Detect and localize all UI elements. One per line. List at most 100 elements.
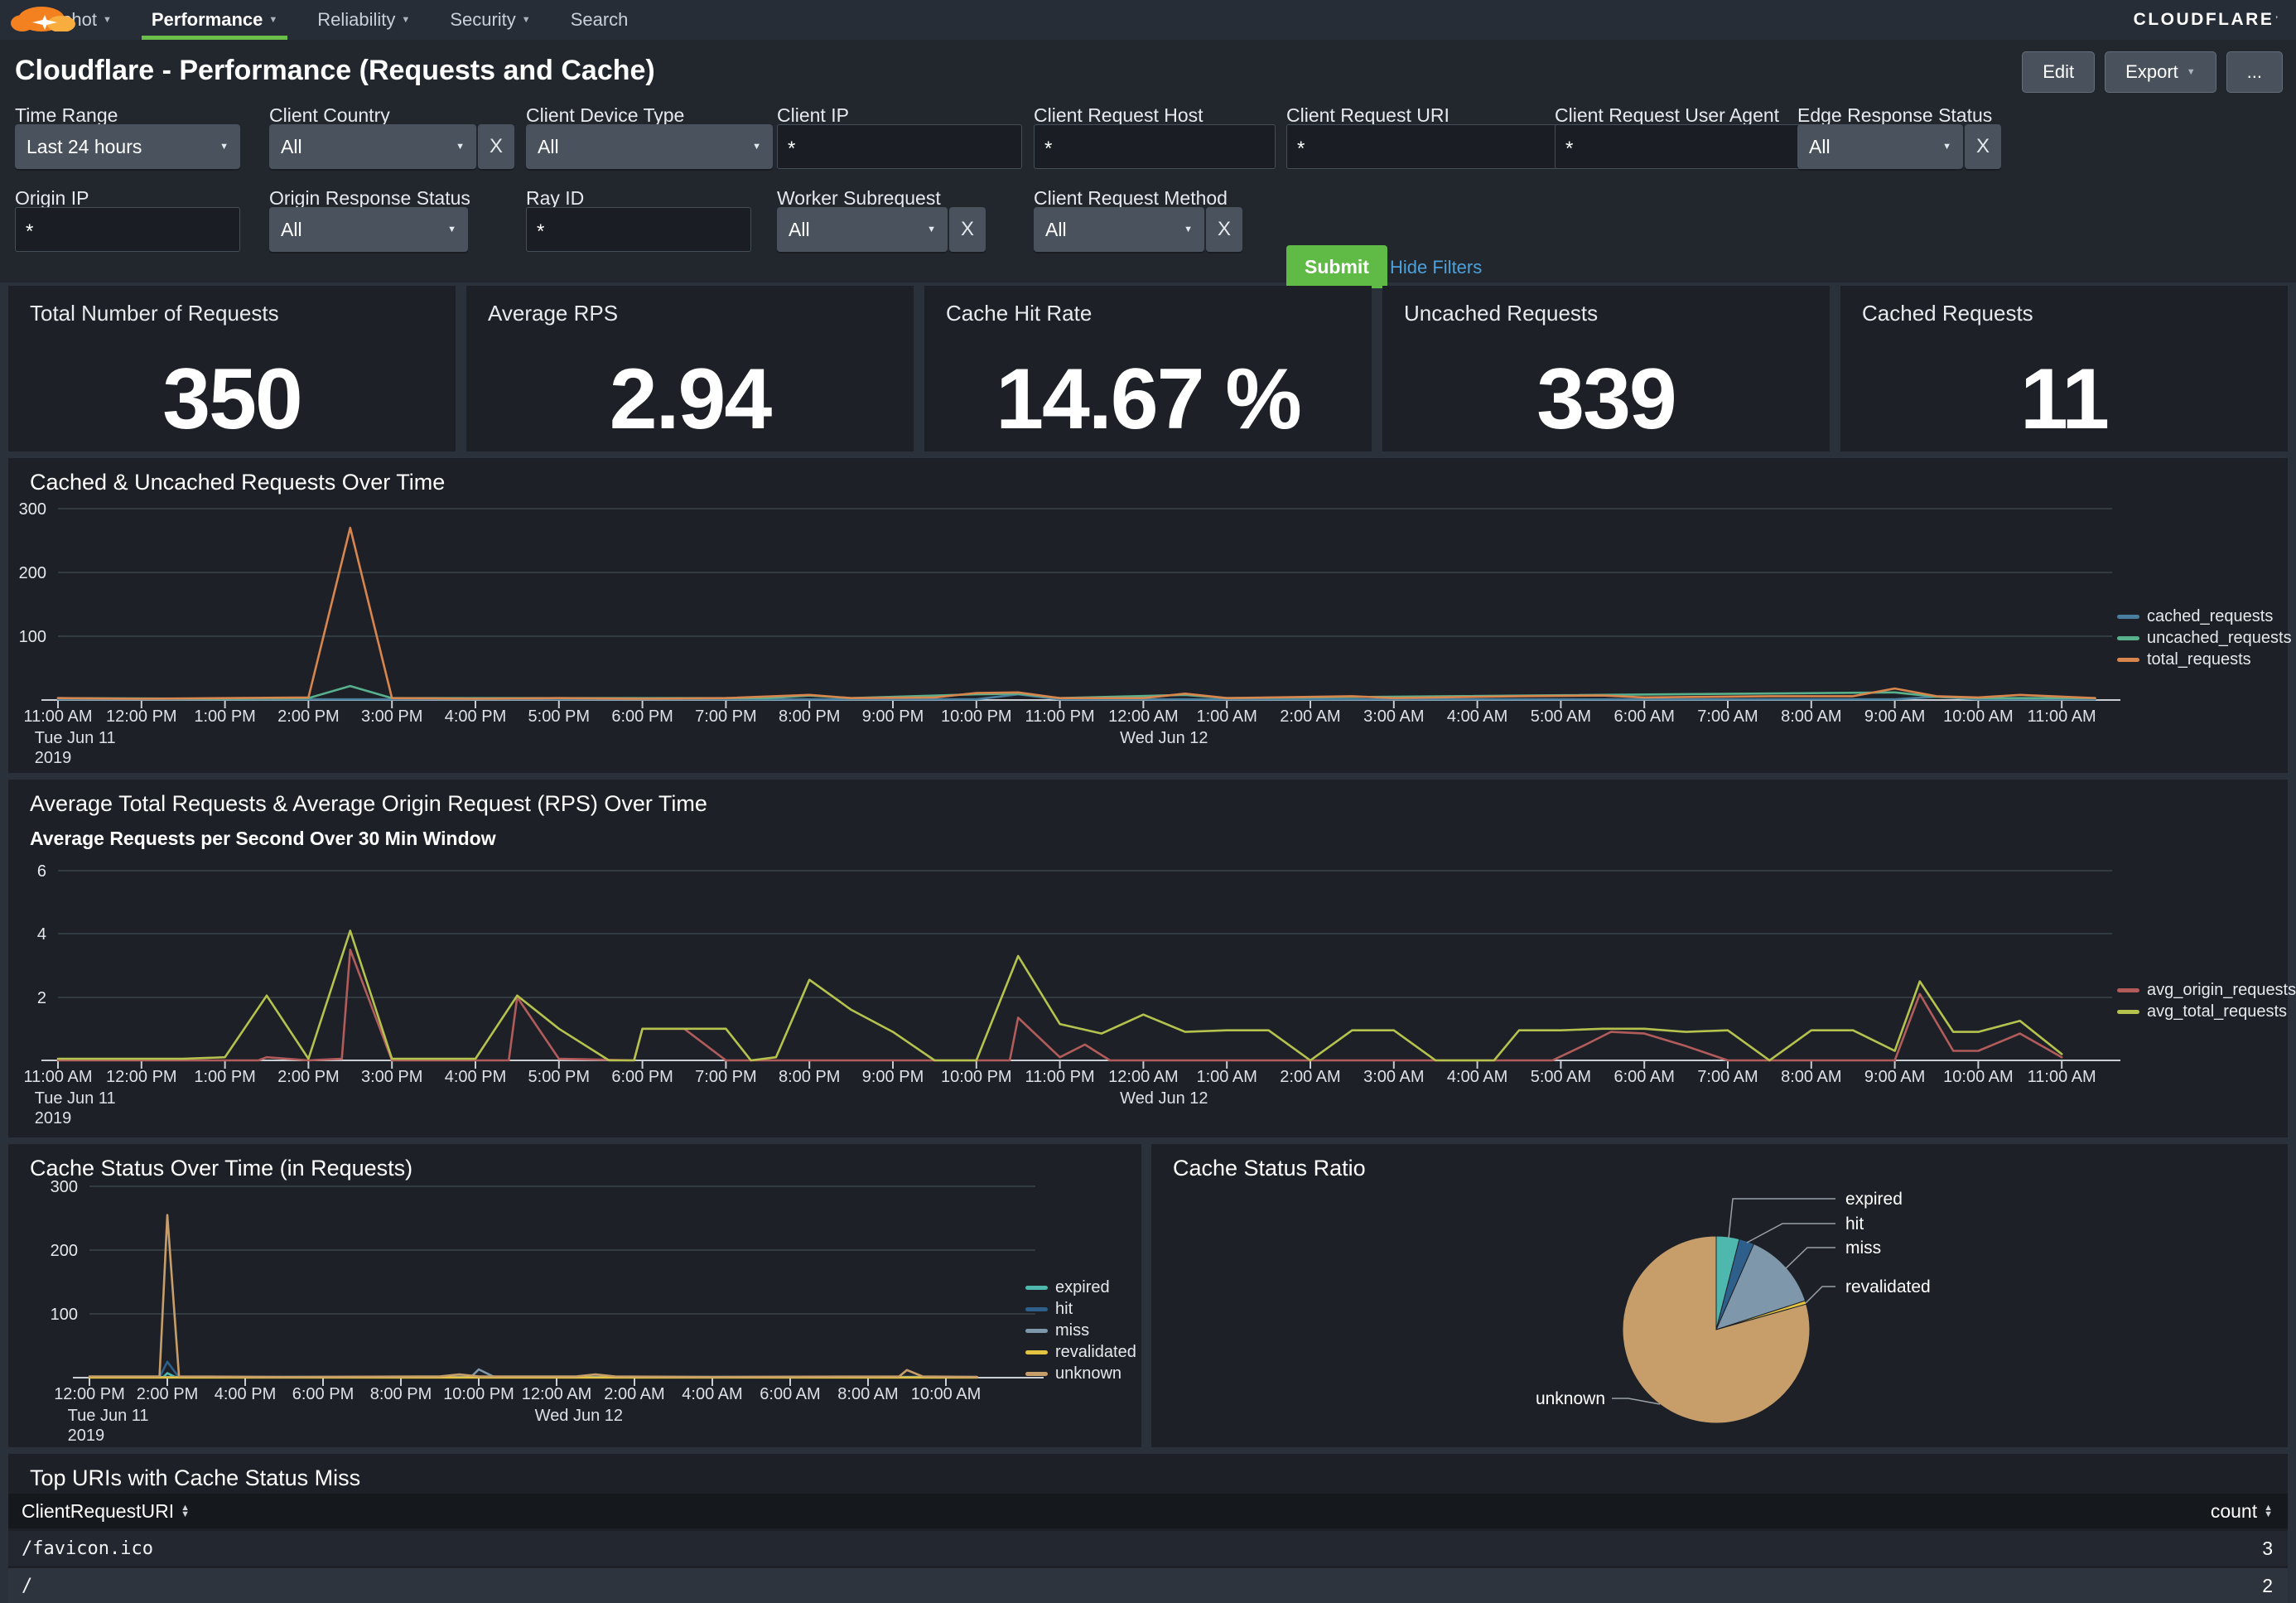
page-title: Cloudflare - Performance (Requests and C… (15, 55, 655, 87)
chevron-down-icon: ▼ (268, 15, 277, 25)
client-country-select[interactable]: All▼ (269, 124, 476, 169)
chevron-down-icon: ▼ (752, 142, 761, 152)
client-country-clear-button[interactable]: X (478, 124, 514, 169)
origin-response-status-select[interactable]: All▼ (269, 207, 468, 252)
legend-item-avg_total_requests[interactable]: avg_total_requests (2117, 1002, 2296, 1021)
pie-label-connector (1806, 1287, 1835, 1303)
nav-item-security[interactable]: Security▼ (430, 0, 550, 40)
button[interactable]: ... (2226, 51, 2283, 93)
x-tick-label: 6:00 PM (611, 707, 673, 726)
x-tick-label: 6:00 AM (1614, 707, 1675, 726)
x-tick-label: 12:00 PM (54, 1385, 125, 1403)
y-tick-label: 4 (37, 925, 46, 944)
kpi-title: Uncached Requests (1404, 301, 1598, 326)
kpi-value: 14.67 % (924, 350, 1372, 449)
filter-field-client-country: All▼X (269, 124, 514, 169)
client-request-host-input[interactable] (1034, 124, 1276, 169)
chart-panel-cached-uncached-requests-over-time: Cached & Uncached Requests Over Time1002… (8, 458, 2288, 773)
time-range-select[interactable]: Last 24 hours▼ (15, 124, 240, 169)
chevron-down-icon: ▼ (927, 225, 936, 234)
x-tick-label: 9:00 AM (1864, 707, 1925, 726)
filter-field-client-request-uri (1286, 124, 1560, 169)
select-value: All (789, 219, 810, 241)
edge-response-status-clear-button[interactable]: X (1965, 124, 2001, 169)
x-tick-label: 2:00 PM (277, 707, 339, 726)
client-request-user-agent-input[interactable] (1555, 124, 1828, 169)
legend-item-unknown[interactable]: unknown (1025, 1364, 1136, 1383)
pie-slice-label-hit: hit (1845, 1214, 1864, 1234)
y-tick-label: 200 (51, 1242, 78, 1260)
line-chart-canvas: 24611:00 AMTue Jun 11201912:00 PM1:00 PM… (8, 780, 2288, 1137)
legend-item-total_requests[interactable]: total_requests (2117, 650, 2292, 669)
x-tick-label: 8:00 PM (779, 1068, 840, 1086)
column-header-count[interactable]: count▲▼ (2024, 1500, 2288, 1523)
filter-label-client-request-user-agent: Client Request User Agent (1555, 104, 1779, 127)
client-request-method-select[interactable]: All▼ (1034, 207, 1204, 252)
chart-panel-average-total-requests-average-origin-re: Average Total Requests & Average Origin … (8, 780, 2288, 1137)
x-tick-label: 11:00 AM (23, 707, 92, 726)
x-tick-label: 10:00 PM (941, 1068, 1012, 1086)
submit-button[interactable]: Submit (1286, 245, 1387, 288)
nav-item-reliability[interactable]: Reliability▼ (297, 0, 430, 40)
nav-item-search[interactable]: Search (551, 0, 649, 40)
legend-item-miss[interactable]: miss (1025, 1321, 1136, 1340)
nav-item-performance[interactable]: Performance▼ (132, 0, 297, 40)
x-tick-sublabel: Wed Jun 12 (535, 1407, 623, 1425)
sort-icon: ▲▼ (2264, 1504, 2273, 1518)
edge-response-status-select[interactable]: All▼ (1797, 124, 1963, 169)
pie-label-connector (1612, 1398, 1660, 1404)
client-device-type-select[interactable]: All▼ (526, 124, 773, 169)
x-tick-label: 12:00 PM (106, 707, 177, 726)
edit-button[interactable]: Edit (2022, 51, 2095, 93)
chart-panel-cache-status-ratio: Cache Status Ratioexpiredhitmissrevalida… (1151, 1144, 2288, 1447)
export-button[interactable]: Export▼ (2105, 51, 2216, 93)
legend-swatch (1025, 1307, 1048, 1311)
hide-filters-link[interactable]: Hide Filters (1390, 257, 1482, 278)
series-line-avg_total_requests (58, 931, 2062, 1061)
x-tick-label: 11:00 AM (23, 1068, 92, 1086)
legend-item-cached_requests[interactable]: cached_requests (2117, 607, 2292, 626)
line-chart-canvas: 10020030011:00 AMTue Jun 11201912:00 PM1… (8, 458, 2288, 773)
ray-id-input[interactable] (526, 207, 751, 252)
legend-item-revalidated[interactable]: revalidated (1025, 1343, 1136, 1362)
select-value: All (281, 136, 302, 158)
chevron-down-icon: ▼ (1184, 225, 1193, 234)
client-request-uri-input[interactable] (1286, 124, 1560, 169)
legend-item-hit[interactable]: hit (1025, 1300, 1136, 1319)
x-tick-label: 3:00 AM (1363, 707, 1424, 726)
chevron-down-icon: ▼ (219, 142, 229, 152)
legend-label: total_requests (2147, 650, 2251, 669)
column-header-clientrequesturi[interactable]: ClientRequestURI▲▼ (8, 1500, 2024, 1523)
dashboard-header-band: Cloudflare - Performance (Requests and C… (0, 40, 2296, 282)
select-value: All (1809, 136, 1831, 158)
x-tick-label: 10:00 AM (1943, 1068, 2014, 1086)
legend-item-uncached_requests[interactable]: uncached_requests (2117, 629, 2292, 648)
x-tick-label: 10:00 AM (911, 1385, 982, 1403)
chevron-down-icon: ▼ (103, 15, 112, 25)
series-line-avg_origin_requests (58, 949, 2062, 1060)
x-tick-label: 4:00 PM (445, 1068, 506, 1086)
brand-logo: CLOUDFLARE’ (2134, 0, 2296, 40)
top-nav: Snapshot▼Performance▼Reliability▼Securit… (0, 0, 2296, 40)
chevron-down-icon: ▼ (401, 15, 410, 25)
filter-field-origin-ip (15, 207, 240, 252)
client-request-method-clear-button[interactable]: X (1206, 207, 1242, 252)
x-tick-label: 8:00 PM (779, 707, 840, 726)
x-tick-label: 4:00 PM (445, 707, 506, 726)
chart-legend: expired hit miss revalidated unknown (1025, 1278, 1136, 1383)
worker-subrequest-clear-button[interactable]: X (949, 207, 986, 252)
legend-swatch (2117, 658, 2139, 662)
origin-ip-input[interactable] (15, 207, 240, 252)
kpi-card-total-number-of-requests: Total Number of Requests350 (8, 286, 456, 451)
legend-item-expired[interactable]: expired (1025, 1278, 1136, 1297)
x-tick-label: 5:00 PM (528, 1068, 590, 1086)
client-ip-input[interactable] (777, 124, 1022, 169)
x-tick-label: 12:00 AM (1108, 707, 1179, 726)
chart-panel-cache-status-over-time-in-requests-: Cache Status Over Time (in Requests)1002… (8, 1144, 1141, 1447)
button-label: Edit (2043, 61, 2074, 83)
worker-subrequest-select[interactable]: All ▼ (777, 207, 948, 252)
legend-item-avg_origin_requests[interactable]: avg_origin_requests (2117, 981, 2296, 1000)
x-tick-label: 3:00 PM (361, 1068, 422, 1086)
x-tick-label: 9:00 AM (1864, 1068, 1925, 1086)
y-tick-label: 300 (19, 500, 46, 519)
